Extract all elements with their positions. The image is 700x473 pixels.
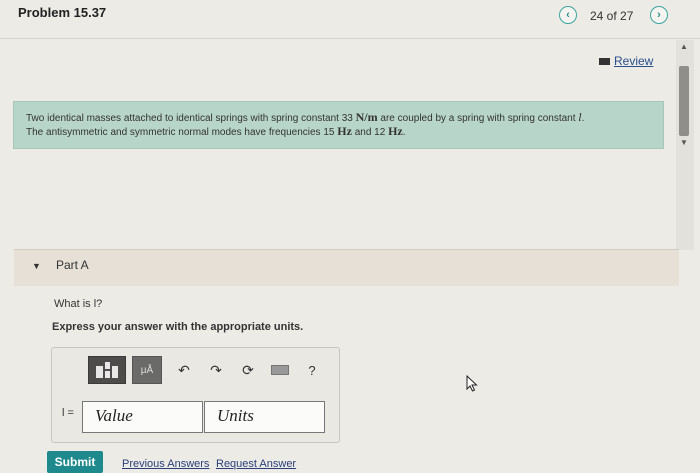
problem-text: are coupled by a spring with spring cons… xyxy=(377,113,579,124)
chevron-left-icon: ‹ xyxy=(566,9,570,21)
previous-problem-button[interactable]: ‹ xyxy=(559,6,577,24)
units-input[interactable]: Units xyxy=(204,401,325,433)
part-label: Part A xyxy=(56,258,89,272)
undo-icon[interactable]: ↶ xyxy=(172,358,196,382)
problem-pager: 24 of 27 xyxy=(590,9,634,23)
reset-icon[interactable]: ⟳ xyxy=(236,358,260,382)
scroll-thumb[interactable] xyxy=(679,66,689,136)
problem-statement: Two identical masses attached to identic… xyxy=(13,101,664,149)
redo-icon[interactable]: ↷ xyxy=(204,358,228,382)
problem-text: Two identical masses attached to identic… xyxy=(26,113,356,124)
math-toolbar: μÅ ↶ ↷ ⟳ ? xyxy=(88,356,332,384)
collapse-triangle-icon[interactable]: ▼ xyxy=(32,261,41,271)
problem-text: . xyxy=(402,127,406,138)
unit-hz: Hz xyxy=(337,124,352,138)
answer-panel: μÅ ↶ ↷ ⟳ ? l = Value Units xyxy=(51,347,340,443)
scrollbar[interactable]: ▲ ▼ xyxy=(676,40,694,250)
unit-hz: Hz xyxy=(388,124,403,138)
previous-answers-link[interactable]: Previous Answers xyxy=(122,458,209,470)
book-icon xyxy=(599,57,610,65)
keyboard-icon[interactable] xyxy=(268,358,292,382)
problem-line-2: The antisymmetric and symmetric normal m… xyxy=(26,125,653,139)
chevron-right-icon: › xyxy=(657,9,661,21)
value-input[interactable]: Value xyxy=(82,401,203,433)
scroll-up-arrow-icon[interactable]: ▲ xyxy=(680,42,688,51)
question-text: What is l? xyxy=(54,298,103,310)
problem-text: . xyxy=(581,113,585,124)
review-label: Review xyxy=(614,54,654,68)
mouse-cursor-icon xyxy=(466,375,478,392)
answer-variable-label: l = xyxy=(62,407,74,419)
scroll-down-arrow-icon[interactable]: ▼ xyxy=(680,138,688,147)
problem-text: and 12 xyxy=(351,127,389,138)
help-icon[interactable]: ? xyxy=(300,358,324,382)
problem-text: The antisymmetric and symmetric normal m… xyxy=(26,127,338,138)
next-problem-button[interactable]: › xyxy=(650,6,668,24)
submit-button[interactable]: Submit xyxy=(47,451,103,473)
instruction-text: Express your answer with the appropriate… xyxy=(52,321,304,333)
templates-icon xyxy=(96,362,118,378)
problem-title: Problem 15.37 xyxy=(18,5,107,20)
unit-spring-constant: N/m xyxy=(355,110,378,124)
problem-line-1: Two identical masses attached to identic… xyxy=(26,111,653,125)
review-link[interactable]: Review xyxy=(599,54,653,68)
request-answer-link[interactable]: Request Answer xyxy=(216,458,296,470)
part-a-header[interactable]: ▼ Part A xyxy=(14,249,679,286)
units-symbol-button[interactable]: μÅ xyxy=(132,356,162,384)
top-bar: Problem 15.37 ‹ 24 of 27 › xyxy=(0,0,700,39)
templates-button[interactable] xyxy=(88,356,126,384)
